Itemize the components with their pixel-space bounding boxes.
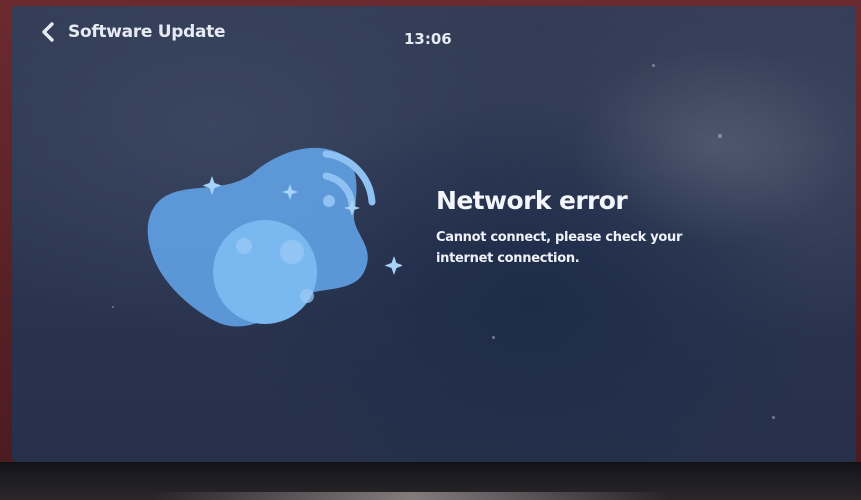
top-bar: Software Update 13:06	[12, 6, 856, 62]
error-title: Network error	[436, 186, 628, 215]
dust-speck	[652, 64, 655, 67]
chevron-left-icon[interactable]	[38, 20, 58, 44]
device-bezel	[0, 462, 861, 500]
dust-speck	[112, 306, 114, 308]
back-label: Software Update	[68, 22, 226, 42]
bezel-reflection	[150, 492, 670, 500]
back-button[interactable]: Software Update	[38, 20, 226, 44]
error-message: Network error Cannot connect, please che…	[436, 186, 756, 269]
dust-speck	[772, 416, 775, 419]
error-description: Cannot connect, please check your intern…	[436, 230, 683, 266]
clock: 13:06	[404, 30, 452, 48]
dust-speck	[718, 134, 722, 138]
dust-speck	[492, 336, 495, 339]
illustration-globe	[213, 220, 317, 324]
display-screen: Software Update 13:06 Network error Cann…	[12, 6, 856, 462]
network-error-illustration	[132, 134, 404, 334]
